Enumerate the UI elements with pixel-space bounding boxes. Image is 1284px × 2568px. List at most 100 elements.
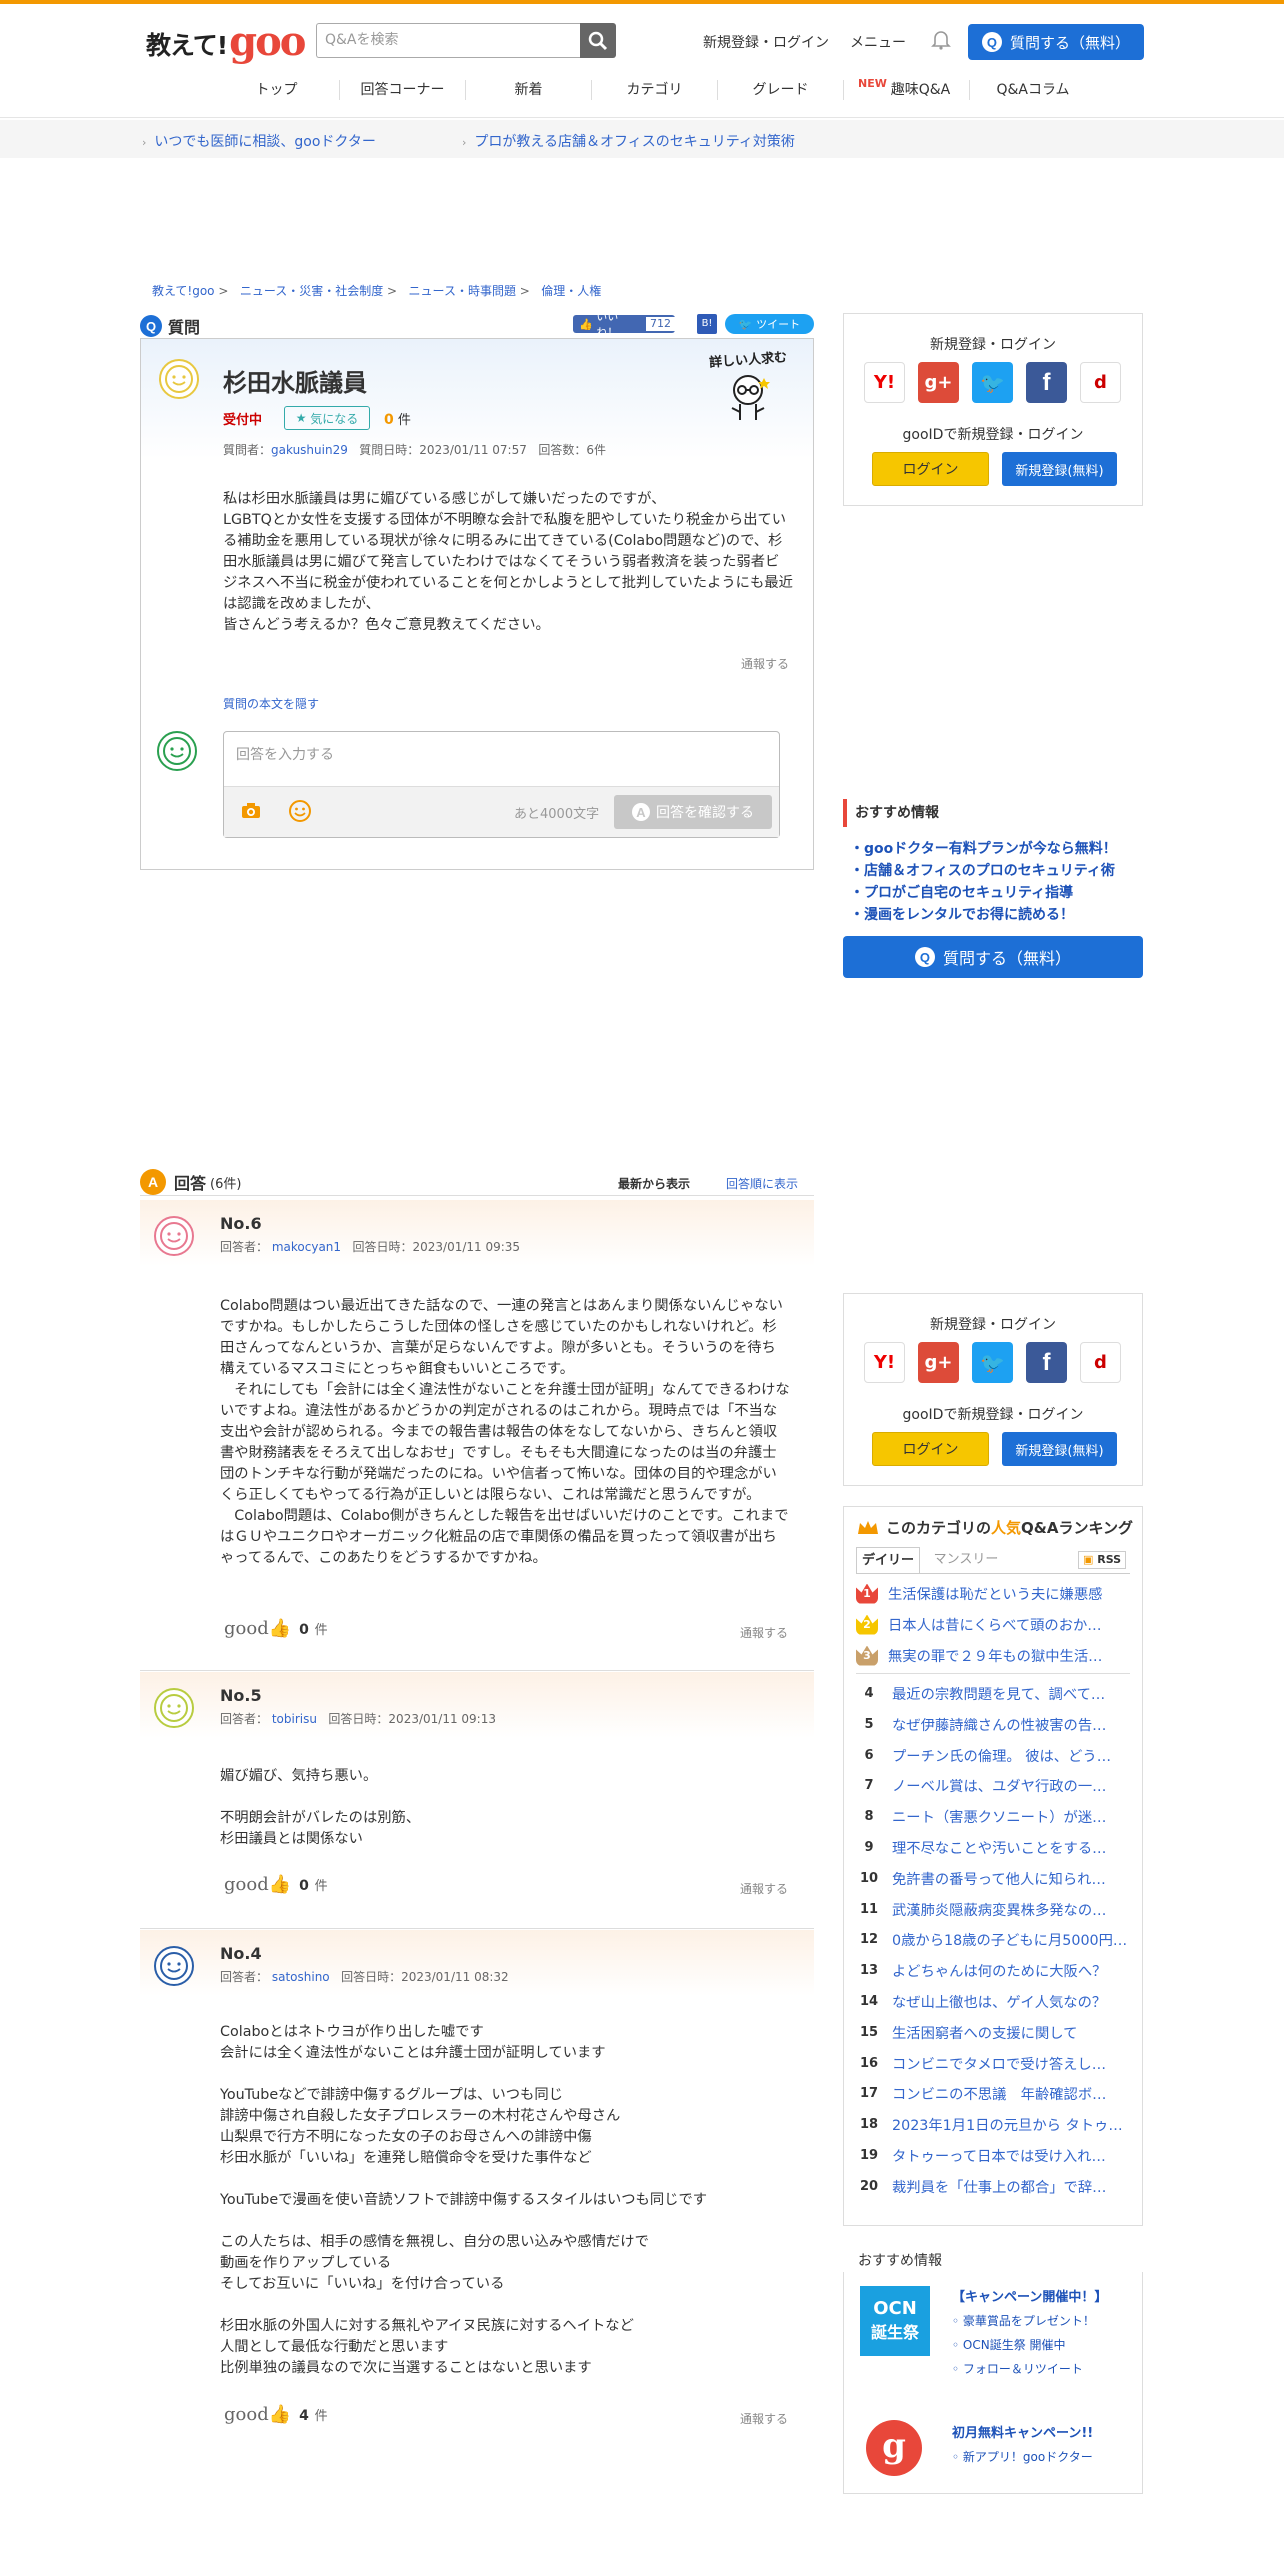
ranking-item[interactable]: 11 武漢肺炎隠蔽病変異株多発なの… <box>856 1899 1132 1920</box>
breadcrumb-item[interactable]: 倫理・人権 <box>541 284 601 298</box>
header-login-link[interactable]: 新規登録・ログイン <box>703 32 829 52</box>
ranking-item[interactable]: 10 免許書の番号って他人に知られ… <box>856 1868 1132 1889</box>
answerer-avatar[interactable] <box>154 1946 194 1986</box>
sort-newest[interactable]: 最新から表示 <box>618 1175 690 1192</box>
recommend-link[interactable]: ・gooドクター有料プランが今なら無料！ <box>850 838 1117 858</box>
docomo-login-icon[interactable]: d <box>1080 362 1121 403</box>
ranking-item[interactable]: 5 なぜ伊藤詩織さんの性被害の告… <box>856 1714 1132 1735</box>
nav-category[interactable]: カテゴリ <box>592 80 718 100</box>
ranking-item[interactable]: 15 生活困窮者への支援に関して <box>856 2022 1132 2043</box>
yahoo-login-icon[interactable]: Y! <box>864 1342 905 1383</box>
ranking-item[interactable]: 3 無実の罪で２９年もの獄中生活… <box>856 1645 1132 1666</box>
google-login-icon[interactable]: g+ <box>918 362 959 403</box>
facebook-login-icon[interactable]: f <box>1026 1342 1067 1383</box>
camera-icon[interactable] <box>240 801 262 821</box>
good-button[interactable]: good👍 4 件 <box>224 2404 328 2425</box>
answer-body: Colabo問題はつい最近出てきた話なので、一連の発言とはあんまり関係ないんじゃ… <box>220 1298 790 1566</box>
sub-link-doctor[interactable]: › いつでも医師に相談、gooドクター <box>142 131 376 151</box>
ranking-item[interactable]: 7 ノーベル賞は、ユダヤ行政の一… <box>856 1775 1132 1796</box>
good-button[interactable]: good👍 0 件 <box>224 1618 328 1639</box>
promo2-item[interactable]: ◦ 新アプリ！gooドクター <box>952 2448 1093 2465</box>
tab-monthly[interactable]: マンスリー <box>924 1547 1008 1573</box>
tweet-button[interactable]: 🐦 ツイート <box>725 314 814 334</box>
report-link[interactable]: 通報する <box>741 655 789 672</box>
nav-grade[interactable]: グレード <box>718 80 844 100</box>
search-input[interactable]: Q&Aを検索 <box>316 23 580 58</box>
goo-doctor-logo[interactable]: g <box>866 2420 922 2476</box>
nav-qa-column[interactable]: Q&Aコラム <box>970 80 1096 100</box>
sidebar-ask-button[interactable]: Q 質問する（無料） <box>843 936 1143 978</box>
recommend-link[interactable]: ・漫画をレンタルでお得に読める！ <box>850 904 1074 924</box>
answer-body: 媚び媚び、気持ち悪い。 不明朗会計がバレたのは別筋、 杉田議員とは関係ない <box>220 1768 421 1847</box>
ranking-item-title: コンビニでタメロで受け答えし… <box>892 2056 1107 2073</box>
report-link[interactable]: 通報する <box>740 1880 788 1897</box>
answerer-avatar[interactable] <box>154 1688 194 1728</box>
yahoo-login-icon[interactable]: Y! <box>864 362 905 403</box>
good-button[interactable]: good👍 0 件 <box>224 1874 328 1895</box>
bell-icon[interactable] <box>930 28 952 50</box>
report-link[interactable]: 通報する <box>740 1624 788 1641</box>
bookmark-icon[interactable]: B! <box>697 314 717 334</box>
facebook-login-icon[interactable]: f <box>1026 362 1067 403</box>
sort-oldest[interactable]: 回答順に表示 <box>726 1175 798 1192</box>
nav-hobby-qa[interactable]: NEW 趣味Q&A <box>844 77 970 100</box>
recommend-link[interactable]: ・プロがご自宅のセキュリティ指導 <box>850 882 1073 902</box>
answerer-avatar[interactable] <box>154 1216 194 1256</box>
answer-textarea[interactable]: 回答を入力する あと4000文字 A 回答を確認する <box>223 731 780 838</box>
answerer-name[interactable]: satoshino <box>272 1970 330 1984</box>
ranking-item[interactable]: 19 タトゥーって日本では受け入れ… <box>856 2145 1132 2166</box>
site-logo[interactable]: 教えて! goo <box>146 18 306 62</box>
ocn-banner[interactable]: OCN 誕生祭 <box>860 2286 930 2356</box>
ranking-item[interactable]: 20 裁判員を「仕事上の都合」で辞… <box>856 2176 1132 2197</box>
recommend-link[interactable]: ・店舗＆オフィスのプロのセキュリティ術 <box>850 860 1115 880</box>
promo1-item[interactable]: ◦ OCN誕生祭 開催中 <box>952 2336 1066 2353</box>
report-link[interactable]: 通報する <box>740 2410 788 2427</box>
ranking-item[interactable]: 1 生活保護は恥だという夫に嫌悪感 <box>856 1583 1132 1604</box>
asker-avatar[interactable] <box>159 359 199 399</box>
search-button[interactable] <box>580 23 616 58</box>
nav-top[interactable]: トップ <box>214 80 340 100</box>
favorite-button[interactable]: ★ 気になる <box>284 406 370 430</box>
google-login-icon[interactable]: g+ <box>918 1342 959 1383</box>
like-button[interactable]: 👍 いいね！ 712 <box>573 310 675 339</box>
ranking-item[interactable]: 14 なぜ山上徹也は、ゲイ人気なの？ <box>856 1991 1132 2012</box>
promo1-item[interactable]: ◦ 豪華賞品をプレゼント！ <box>952 2312 1095 2329</box>
ranking-item[interactable]: 4 最近の宗教問題を見て、調べて… <box>856 1683 1132 1704</box>
ranking-item[interactable]: 12 0歳から18歳の子どもに月5000円… <box>856 1929 1132 1950</box>
confirm-answer-button[interactable]: A 回答を確認する <box>614 795 772 829</box>
ranking-item[interactable]: 8 ニート（害悪クソニート）が迷… <box>856 1806 1132 1827</box>
header-menu-link[interactable]: メニュー <box>850 32 906 52</box>
ranking-item[interactable]: 16 コンビニでタメロで受け答えし… <box>856 2053 1132 2074</box>
breadcrumb-item[interactable]: ニュース・災害・社会制度 <box>240 284 383 298</box>
promo1-item[interactable]: ◦ フォロー＆リツイート <box>952 2360 1083 2377</box>
sidebar-register-button[interactable]: 新規登録(無料) <box>1002 452 1117 486</box>
rank-number: 5 <box>864 1716 874 1732</box>
ranking-item[interactable]: 6 プーチン氏の倫理。 彼は、どう… <box>856 1745 1132 1766</box>
sub-link-security[interactable]: › プロが教える店舗＆オフィスのセキュリティ対策術 <box>462 131 795 151</box>
promo2-title[interactable]: 初月無料キャンペーン!! <box>952 2422 1093 2441</box>
ranking-item[interactable]: 17 コンビニの不思議 年齢確認ボ… <box>856 2083 1132 2104</box>
docomo-login-icon[interactable]: d <box>1080 1342 1121 1383</box>
nav-new[interactable]: 新着 <box>466 80 592 100</box>
emoji-icon[interactable] <box>288 799 312 823</box>
answerer-name[interactable]: makocyan1 <box>272 1240 341 1254</box>
answerer-name[interactable]: tobirisu <box>272 1712 317 1726</box>
ranking-item[interactable]: 2 日本人は昔にくらべて頭のおか… <box>856 1614 1132 1635</box>
breadcrumb-item[interactable]: ニュース・時事問題 <box>409 284 516 298</box>
twitter-login-icon[interactable]: 🐦 <box>972 362 1013 403</box>
header-ask-button[interactable]: Q 質問する（無料） <box>968 24 1144 60</box>
sidebar-login-button[interactable]: ログイン <box>872 452 989 486</box>
ranking-item[interactable]: 18 2023年1月1日の元旦から タトゥ… <box>856 2114 1132 2135</box>
nav-answer-corner[interactable]: 回答コーナー <box>340 80 466 100</box>
twitter-login-icon[interactable]: 🐦 <box>972 1342 1013 1383</box>
promo1-title[interactable]: 【キャンペーン開催中！】 <box>952 2286 1107 2305</box>
hide-body-link[interactable]: 質問の本文を隠す <box>223 695 319 712</box>
ranking-item[interactable]: 9 理不尽なことや汚いことをする… <box>856 1837 1132 1858</box>
rss-button[interactable]: ▣ RSS <box>1078 1551 1127 1569</box>
asker-name[interactable]: gakushuin29 <box>271 443 348 457</box>
sidebar-register-button[interactable]: 新規登録(無料) <box>1002 1432 1117 1466</box>
ranking-item[interactable]: 13 よどちゃんは何のために大阪へ？ <box>856 1960 1132 1981</box>
breadcrumb-item[interactable]: 教えて!goo <box>152 284 215 298</box>
tab-daily[interactable]: デイリー <box>856 1547 920 1573</box>
sidebar-login-button[interactable]: ログイン <box>872 1432 989 1466</box>
